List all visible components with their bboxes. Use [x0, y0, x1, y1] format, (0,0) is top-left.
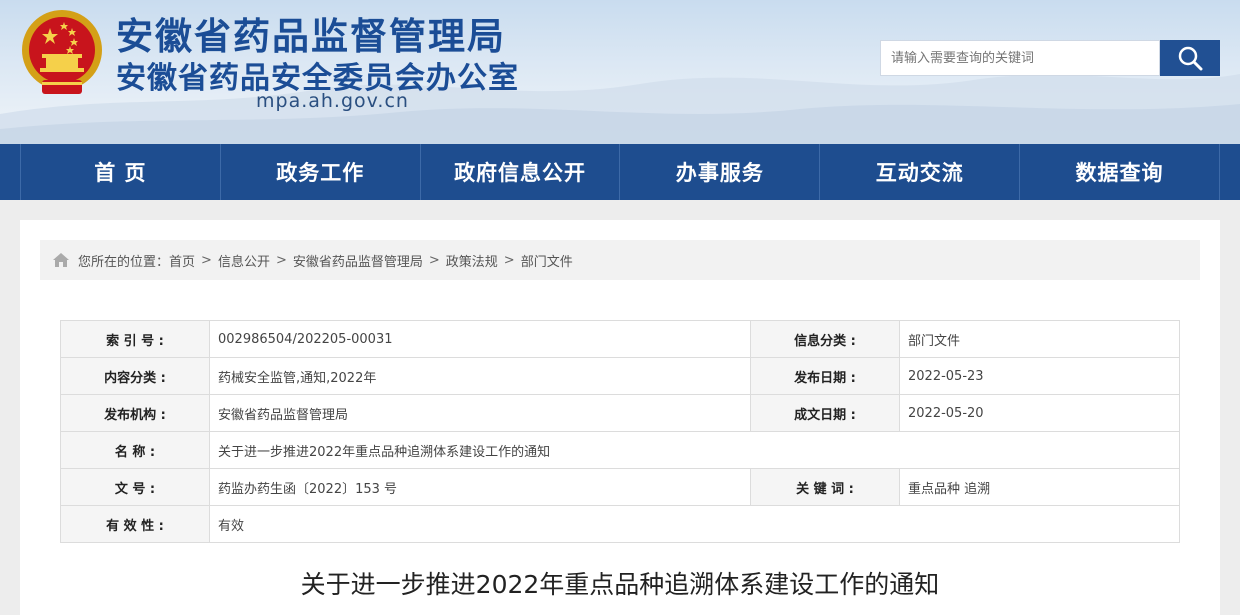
nav-item-home[interactable]: 首 页 — [20, 144, 220, 200]
breadcrumb: 您所在的位置： 首页 > 信息公开 > 安徽省药品监督管理局 > 政策法规 > … — [40, 240, 1200, 280]
category-label: 信息分类 : — [750, 320, 900, 358]
content-category-label: 内容分类 : — [60, 357, 210, 395]
breadcrumb-item-home[interactable]: 首页 — [169, 251, 195, 270]
table-row: 文 号 : 药监办药生函〔2022〕153 号 关 键 词 : 重点品种 追溯 — [60, 468, 1180, 506]
breadcrumb-item-bureau[interactable]: 安徽省药品监督管理局 — [293, 251, 423, 270]
table-row: 内容分类 : 药械安全监管,通知,2022年 发布日期 : 2022-05-23 — [60, 357, 1180, 395]
site-header: 安徽省药品监督管理局 安徽省药品安全委员会办公室 mpa.ah.gov.cn — [0, 0, 1240, 144]
category-value: 部门文件 — [899, 320, 1180, 358]
breadcrumb-item-policies[interactable]: 政策法规 — [446, 251, 498, 270]
index-label: 索 引 号 : — [60, 320, 210, 358]
document-title: 关于进一步推进2022年重点品种追溯体系建设工作的通知 — [300, 570, 940, 599]
national-emblem-icon — [22, 10, 102, 94]
breadcrumb-item-department-docs[interactable]: 部门文件 — [521, 251, 573, 270]
table-row: 发布机构 : 安徽省药品监督管理局 成文日期 : 2022-05-20 — [60, 394, 1180, 432]
breadcrumb-prefix: 您所在的位置： — [78, 254, 170, 270]
validity-value: 有效 — [209, 505, 1180, 543]
site-name-primary: 安徽省药品监督管理局 — [116, 15, 506, 58]
breadcrumb-item-info-disclosure[interactable]: 信息公开 — [218, 251, 270, 270]
created-date-label: 成文日期 : — [750, 394, 900, 432]
breadcrumb-separator: > — [201, 252, 212, 268]
search-icon — [1178, 46, 1203, 71]
site-domain: mpa.ah.gov.cn — [256, 90, 409, 112]
publishing-org-value: 安徽省药品监督管理局 — [209, 394, 751, 432]
document-number-value: 药监办药生函〔2022〕153 号 — [209, 468, 751, 506]
nav-item-government-affairs[interactable]: 政务工作 — [219, 144, 420, 200]
document-number-label: 文 号 : — [60, 468, 210, 506]
main-content: 您所在的位置： 首页 > 信息公开 > 安徽省药品监督管理局 > 政策法规 > … — [20, 220, 1220, 615]
index-value: 002986504/202205-00031 — [209, 320, 751, 358]
table-row: 名 称 : 关于进一步推进2022年重点品种追溯体系建设工作的通知 — [60, 431, 1180, 469]
main-nav: 首 页 政务工作 政府信息公开 办事服务 互动交流 数据查询 — [0, 144, 1240, 200]
publish-date-label: 发布日期 : — [750, 357, 900, 395]
publish-date-value: 2022-05-23 — [899, 357, 1180, 395]
content-category-value: 药械安全监管,通知,2022年 — [209, 357, 751, 395]
nav-item-services[interactable]: 办事服务 — [619, 144, 819, 200]
breadcrumb-separator: > — [503, 252, 515, 268]
breadcrumb-separator: > — [428, 252, 440, 268]
name-label: 名 称 : — [60, 431, 210, 469]
home-icon — [52, 252, 70, 268]
search-input[interactable] — [880, 40, 1160, 76]
keywords-value: 重点品种 追溯 — [899, 468, 1180, 506]
validity-label: 有 效 性 : — [60, 505, 210, 543]
created-date-value: 2022-05-20 — [899, 394, 1180, 432]
nav-item-data-query[interactable]: 数据查询 — [1019, 144, 1220, 200]
keywords-label: 关 键 词 : — [750, 468, 900, 506]
publishing-org-label: 发布机构 : — [60, 394, 210, 432]
table-row: 索 引 号 : 002986504/202205-00031 信息分类 : 部门… — [60, 320, 1180, 358]
breadcrumb-separator: > — [275, 252, 287, 268]
nav-item-information-disclosure[interactable]: 政府信息公开 — [419, 144, 620, 200]
search-button[interactable] — [1160, 40, 1220, 76]
table-row: 有 效 性 : 有效 — [60, 505, 1180, 543]
nav-item-interaction[interactable]: 互动交流 — [819, 144, 1019, 200]
name-value: 关于进一步推进2022年重点品种追溯体系建设工作的通知 — [209, 431, 1180, 469]
document-metadata-table: 索 引 号 : 002986504/202205-00031 信息分类 : 部门… — [60, 320, 1180, 543]
